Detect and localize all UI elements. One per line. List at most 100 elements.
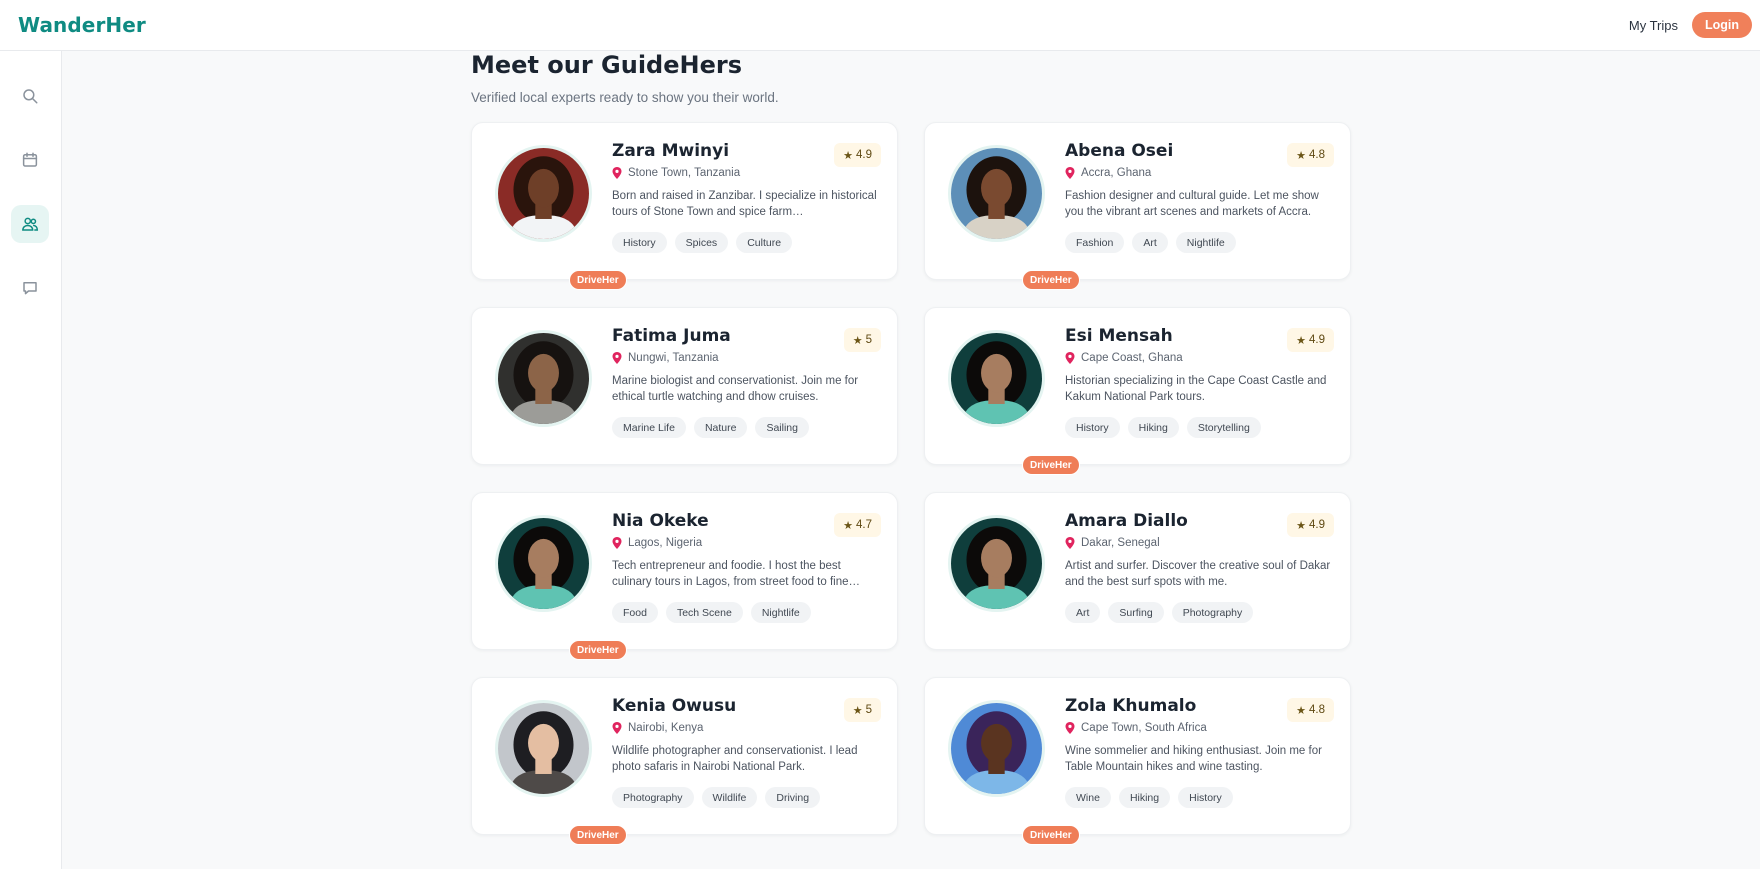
avatar — [948, 515, 1045, 612]
chat-icon — [23, 282, 37, 295]
guide-location: Cape Coast, Ghana — [1065, 352, 1335, 364]
guide-card-5[interactable]: DriveHer Nia Okeke Lagos, Nigeria Tech e… — [471, 492, 898, 660]
guide-bio: Wine sommelier and hiking enthusiast. Jo… — [1065, 745, 1322, 773]
rating-badge: ★ 4.8 — [1287, 698, 1334, 722]
location-pin-icon — [612, 537, 622, 549]
guide-location-text: Cape Town, South Africa — [1081, 722, 1207, 734]
guide-tags: History Spices Culture — [612, 232, 882, 253]
guide-location: Nairobi, Kenya — [612, 722, 882, 734]
tag-chip[interactable]: Culture — [736, 232, 793, 253]
rating-badge: ★ 5 — [843, 328, 881, 352]
guide-card-1[interactable]: DriveHer Zara Mwinyi Stone Town, Tanzani… — [471, 122, 898, 290]
avatar-wrap: DriveHer — [495, 700, 627, 845]
avatar-photo — [498, 518, 589, 609]
avatar-photo — [951, 148, 1042, 239]
guide-location-text: Lagos, Nigeria — [628, 537, 703, 549]
location-pin-icon — [1065, 352, 1075, 364]
guide-location: Dakar, Senegal — [1065, 537, 1335, 549]
avatar — [495, 330, 592, 427]
tag-chip[interactable]: Hiking — [1118, 787, 1171, 808]
tag-chip[interactable]: Tech Scene — [665, 602, 743, 623]
tag-chip[interactable]: Hiking — [1127, 417, 1179, 438]
guide-card-3[interactable]: Fatima Juma Nungwi, Tanzania Marine biol… — [471, 307, 898, 465]
my-trips-link[interactable]: My Trips — [1629, 18, 1678, 33]
login-button[interactable]: Login — [1691, 12, 1752, 38]
search-icon — [23, 89, 38, 104]
guide-tags: Photography Wildlife Driving — [612, 787, 882, 808]
driveher-badge: DriveHer — [569, 825, 627, 845]
star-icon: ★ — [843, 149, 853, 162]
guide-location-text: Accra, Ghana — [1081, 167, 1152, 179]
tag-chip[interactable]: Wine — [1065, 787, 1111, 808]
avatar-photo — [951, 333, 1042, 424]
avatar — [948, 700, 1045, 797]
avatar — [948, 145, 1045, 242]
star-icon: ★ — [1296, 704, 1306, 717]
app-logo[interactable]: WanderHer — [18, 13, 146, 37]
star-icon: ★ — [1296, 519, 1306, 532]
tag-chip[interactable]: Photography — [1171, 602, 1254, 623]
guide-card-7[interactable]: DriveHer Kenia Owusu Nairobi, Kenya Wild… — [471, 677, 898, 845]
guide-card-6[interactable]: Amara Diallo Dakar, Senegal Artist and s… — [924, 492, 1351, 650]
tag-chip[interactable]: Photography — [612, 787, 694, 808]
avatar-photo — [498, 703, 589, 794]
guide-tags: Fashion Art Nightlife — [1065, 232, 1335, 253]
guide-bio: Fashion designer and cultural guide. Let… — [1065, 190, 1319, 218]
avatar — [948, 330, 1045, 427]
location-pin-icon — [1065, 167, 1075, 179]
sidebar — [0, 51, 62, 869]
tag-chip[interactable]: Nightlife — [1175, 232, 1236, 253]
avatar-wrap: DriveHer — [495, 145, 627, 290]
driveher-badge-label: DriveHer — [1030, 459, 1072, 471]
tag-chip[interactable]: Food — [612, 602, 658, 623]
star-icon: ★ — [852, 334, 863, 347]
rating-value: 4.9 — [856, 149, 872, 161]
avatar-photo — [951, 518, 1042, 609]
location-pin-icon — [612, 167, 622, 179]
top-bar: WanderHer My Trips Login — [0, 0, 1760, 51]
avatar-photo — [498, 148, 589, 239]
sidebar-item-guides[interactable] — [11, 205, 49, 243]
avatar-wrap — [948, 515, 1045, 612]
tag-chip[interactable]: Surfing — [1108, 602, 1164, 623]
rating-value: 4.9 — [1309, 334, 1325, 346]
top-bar-actions: My Trips Login — [1629, 12, 1752, 38]
tag-chip[interactable]: Nightlife — [750, 602, 811, 623]
rating-badge: ★ 4.9 — [1287, 328, 1334, 352]
guide-info: Kenia Owusu Nairobi, Kenya Wildlife phot… — [612, 696, 882, 808]
rating-badge: ★ 4.9 — [1287, 513, 1334, 537]
tag-chip[interactable]: History — [1178, 787, 1233, 808]
sidebar-item-calendar[interactable] — [11, 141, 49, 179]
tag-chip[interactable]: Art — [1065, 602, 1101, 623]
driveher-badge: DriveHer — [569, 640, 627, 660]
avatar-wrap — [495, 330, 592, 427]
guide-bio: Tech entrepreneur and foodie. I host the… — [612, 560, 861, 588]
guide-name: Fatima Juma — [612, 326, 731, 346]
driveher-badge-label: DriveHer — [1030, 274, 1072, 286]
tag-chip[interactable]: Art — [1132, 232, 1168, 253]
tag-chip[interactable]: Spices — [674, 232, 729, 253]
tag-chip[interactable]: History — [1065, 417, 1120, 438]
driveher-badge-label: DriveHer — [577, 274, 619, 286]
tag-chip[interactable]: Wildlife — [701, 787, 758, 808]
tag-chip[interactable]: Storytelling — [1186, 417, 1261, 438]
tag-chip[interactable]: Nature — [693, 417, 748, 438]
guide-location-text: Nungwi, Tanzania — [628, 352, 719, 364]
avatar-wrap: DriveHer — [948, 145, 1080, 290]
tag-chip[interactable]: Sailing — [755, 417, 809, 438]
guide-bio: Wildlife photographer and conservationis… — [612, 745, 858, 773]
location-pin-icon — [612, 722, 622, 734]
sidebar-item-search[interactable] — [11, 77, 49, 115]
guide-card-2[interactable]: DriveHer Abena Osei Accra, Ghana Fashion… — [924, 122, 1351, 290]
guide-card-8[interactable]: DriveHer Zola Khumalo Cape Town, South A… — [924, 677, 1351, 845]
tag-chip[interactable]: History — [612, 232, 667, 253]
sidebar-item-messages[interactable] — [11, 269, 49, 307]
rating-value: 4.7 — [856, 519, 872, 531]
guide-card-4[interactable]: DriveHer Esi Mensah Cape Coast, Ghana Hi… — [924, 307, 1351, 475]
tag-chip[interactable]: Marine Life — [612, 417, 686, 438]
tag-chip[interactable]: Driving — [765, 787, 821, 808]
driveher-badge: DriveHer — [1022, 270, 1080, 290]
avatar-wrap: DriveHer — [495, 515, 627, 660]
tag-chip[interactable]: Fashion — [1065, 232, 1125, 253]
guide-location: Lagos, Nigeria — [612, 537, 882, 549]
